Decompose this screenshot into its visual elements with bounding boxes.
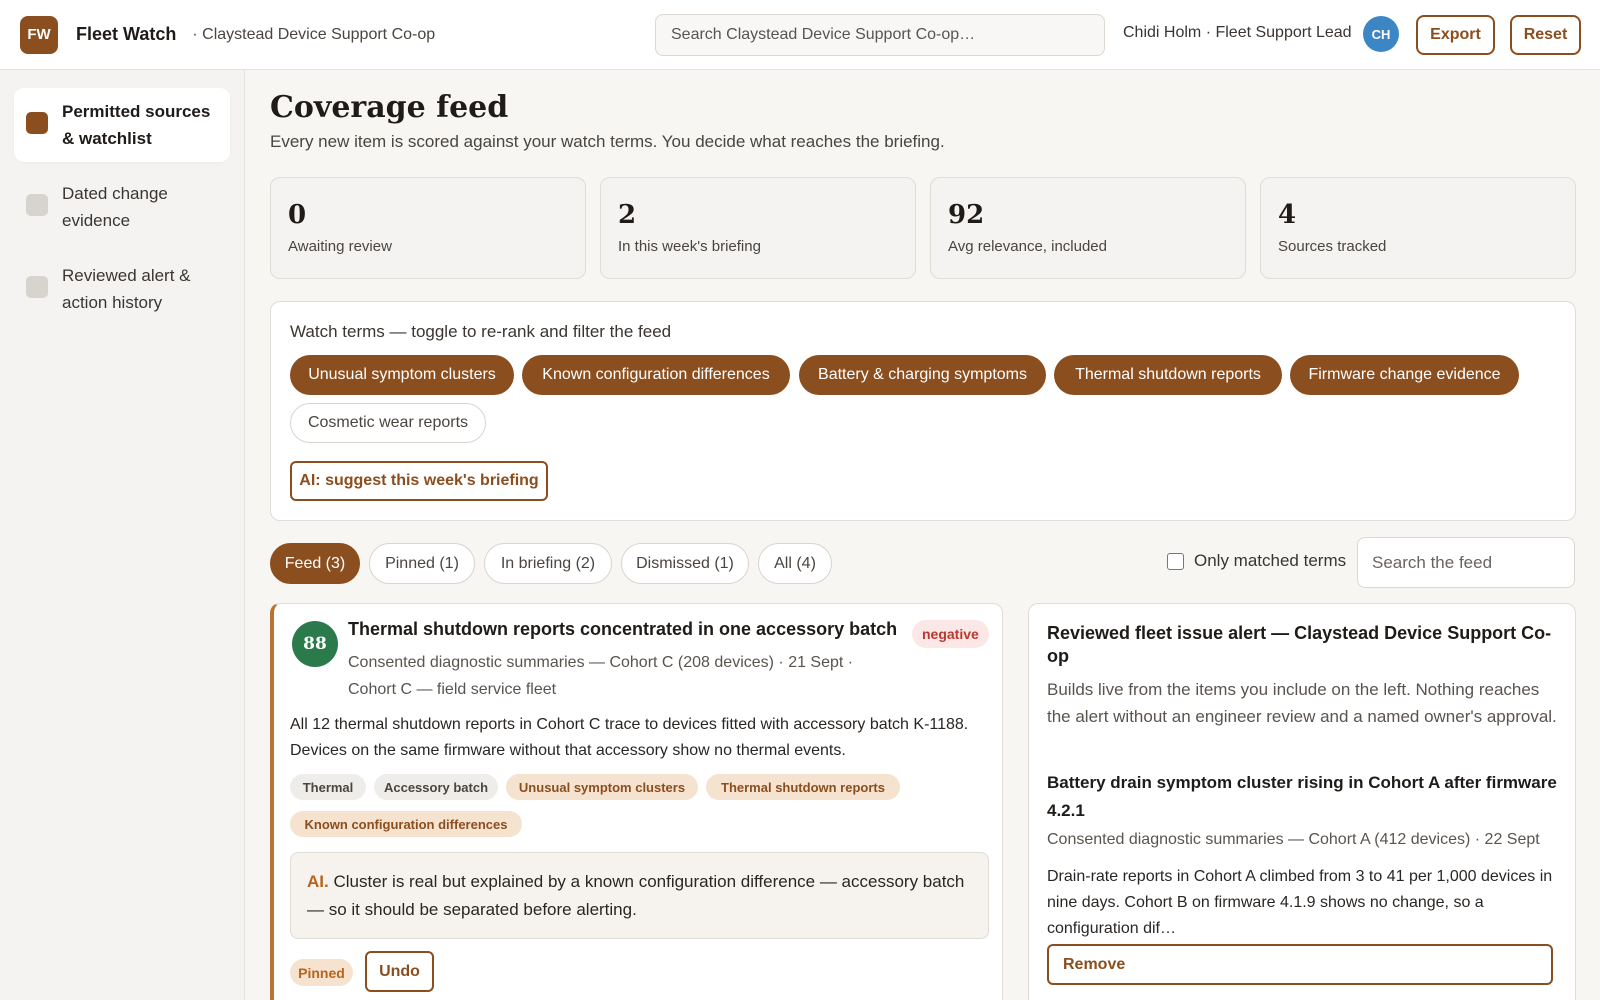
sidebar-item-alert-history[interactable]: Reviewed alert & action history (14, 252, 230, 326)
stat-value: 4 (1278, 200, 1297, 230)
sentiment-badge: negative (912, 620, 989, 648)
feed-item-body: All 12 thermal shutdown reports in Cohor… (290, 716, 969, 759)
watch-term-chip[interactable]: Known configuration differences (522, 355, 790, 395)
sidebar-item-marker (26, 112, 48, 134)
alert-preview-panel: Reviewed fleet issue alert — Claystead D… (1028, 603, 1576, 1000)
alert-item-meta: Consented diagnostic summaries — Cohort … (1047, 831, 1540, 848)
relevance-score-badge: 88 (292, 621, 338, 667)
tab-in-briefing[interactable]: In briefing (2) (484, 543, 612, 584)
ai-suggest-briefing-button[interactable]: AI: suggest this week's briefing (290, 461, 548, 501)
watch-term-chip[interactable]: Firmware change evidence (1290, 355, 1519, 395)
stat-label: In this week's briefing (618, 238, 761, 255)
feed-item-tag: Accessory batch (374, 774, 498, 800)
stat-label: Awaiting review (288, 238, 392, 255)
watch-term-chip[interactable]: Thermal shutdown reports (1054, 355, 1282, 395)
only-matched-terms-toggle[interactable]: Only matched terms (1167, 551, 1346, 571)
watch-term-chip[interactable]: Cosmetic wear reports (290, 403, 486, 443)
reset-button[interactable]: Reset (1510, 15, 1581, 55)
stat-value: 2 (618, 200, 637, 230)
tab-all[interactable]: All (4) (758, 543, 832, 584)
only-matched-checkbox[interactable] (1167, 552, 1184, 570)
app-name: Fleet Watch (76, 24, 177, 44)
tab-pinned[interactable]: Pinned (1) (369, 543, 475, 584)
stat-card-avg-relevance: 92 Avg relevance, included (930, 177, 1246, 279)
page-subtitle: Every new item is scored against your wa… (270, 132, 945, 151)
alert-item-title: Battery drain symptom cluster rising in … (1047, 773, 1557, 820)
watch-term-chip[interactable]: Unusual symptom clusters (290, 355, 514, 395)
stat-card-in-briefing: 2 In this week's briefing (600, 177, 916, 279)
alert-title: Reviewed fleet issue alert — Claystead D… (1047, 623, 1552, 666)
sidebar-item-label: Reviewed alert & action history (62, 266, 191, 312)
sidebar-item-dated-change-evidence[interactable]: Dated change evidence (14, 170, 230, 244)
feed-item-tag: Unusual symptom clusters (506, 774, 698, 800)
watch-terms-title: Watch terms — toggle to re-rank and filt… (290, 322, 672, 341)
app-logo: FW (20, 15, 58, 54)
sidebar-item-marker (26, 276, 48, 298)
stat-card-awaiting-review: 0 Awaiting review (270, 177, 586, 279)
only-matched-label: Only matched terms (1194, 551, 1347, 570)
stat-value: 92 (948, 200, 985, 230)
ai-label: AI. (307, 872, 329, 891)
feed-item-tag: Known configuration differences (290, 811, 522, 837)
watch-terms-panel: Watch terms — toggle to re-rank and filt… (270, 301, 1576, 521)
top-bar: FW Fleet Watch · Claystead Device Suppor… (0, 0, 1600, 70)
feed-item-tag: Thermal shutdown reports (706, 774, 900, 800)
feed-item-tag: Thermal (290, 774, 366, 800)
tab-dismissed[interactable]: Dismissed (1) (621, 543, 749, 584)
feed-search-input[interactable]: Search the feed (1357, 537, 1575, 588)
avatar[interactable]: CH (1363, 16, 1399, 52)
undo-button[interactable]: Undo (365, 951, 434, 992)
sidebar-item-label: Dated change evidence (62, 184, 168, 230)
stat-label: Sources tracked (1278, 238, 1387, 255)
global-search-input[interactable]: Search Claystead Device Support Co-op… (655, 14, 1105, 56)
alert-item-body: Drain-rate reports in Cohort A climbed f… (1047, 868, 1553, 937)
stat-label: Avg relevance, included (948, 238, 1107, 255)
remove-button[interactable]: Remove (1047, 944, 1553, 985)
feed-item-meta: Consented diagnostic summaries — Cohort … (348, 654, 854, 698)
sidebar-item-permitted-sources[interactable]: Permitted sources & watchlist (14, 88, 230, 162)
tab-feed[interactable]: Feed (3) (270, 543, 360, 584)
org-name: · Claystead Device Support Co-op (192, 25, 436, 43)
stat-value: 0 (288, 200, 307, 230)
page-title: Coverage feed (270, 90, 509, 125)
current-user: Chidi Holm · Fleet Support Lead (1123, 24, 1352, 41)
watch-term-chip[interactable]: Battery & charging symptoms (799, 355, 1046, 395)
sidebar-item-marker (26, 194, 48, 216)
alert-description: Builds live from the items you include o… (1047, 680, 1557, 726)
feed-item-title[interactable]: Thermal shutdown reports concentrated in… (348, 619, 897, 640)
pinned-status-badge: Pinned (290, 959, 353, 986)
ai-assessment-text: Cluster is real but explained by a known… (307, 872, 965, 919)
sidebar: Permitted sources & watchlist Dated chan… (0, 70, 245, 1000)
stat-card-sources-tracked: 4 Sources tracked (1260, 177, 1576, 279)
sidebar-item-label: Permitted sources & watchlist (62, 102, 211, 148)
export-button[interactable]: Export (1416, 15, 1495, 55)
feed-item-card[interactable]: 88 Thermal shutdown reports concentrated… (270, 603, 1003, 1000)
ai-assessment: AI. Cluster is real but explained by a k… (290, 852, 989, 939)
